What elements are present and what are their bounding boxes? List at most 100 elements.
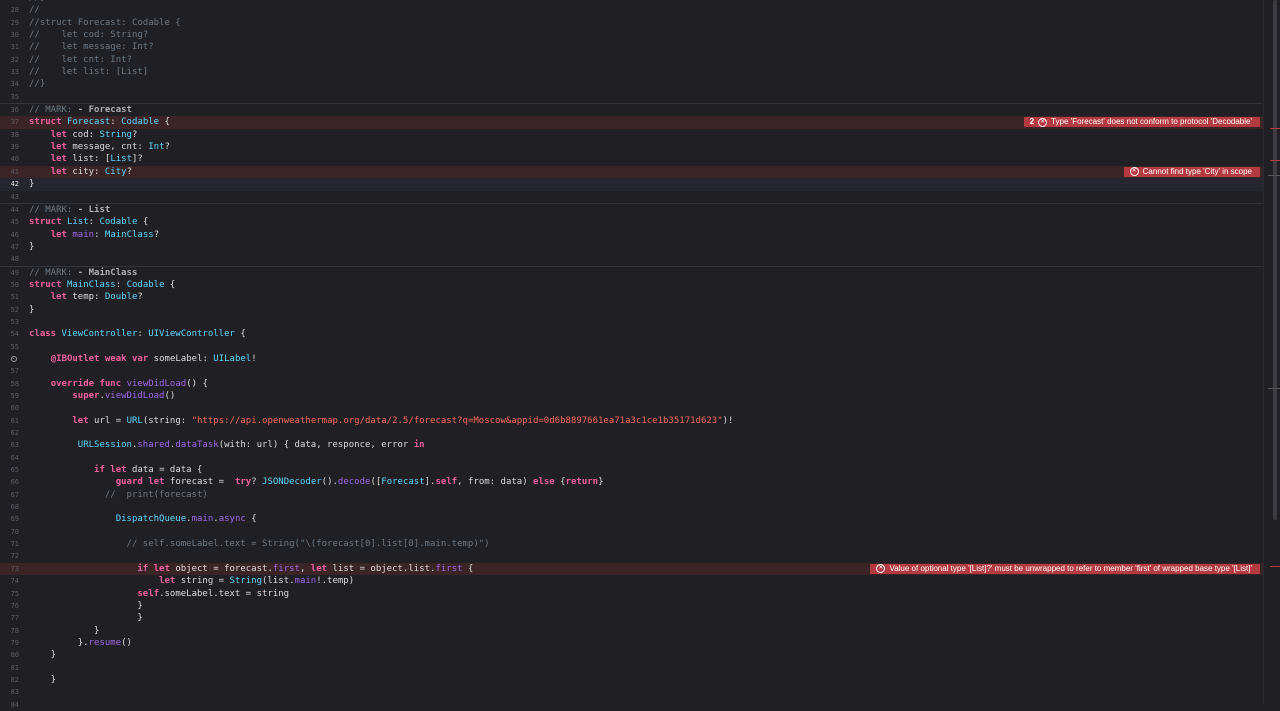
line-number[interactable]: 70: [0, 526, 19, 538]
line-number[interactable]: 40: [0, 153, 19, 165]
code-line[interactable]: 36 // MARK: - Forecast: [0, 103, 1264, 116]
line-number[interactable]: 52: [0, 304, 19, 316]
line-number[interactable]: 84: [0, 699, 19, 711]
line-number[interactable]: 33: [0, 66, 19, 78]
code-line[interactable]: 84: [0, 699, 1264, 711]
line-number[interactable]: 69: [0, 513, 19, 525]
code-line[interactable]: 48: [0, 253, 1264, 265]
code-text[interactable]: URLSession.shared.dataTask(with: url) { …: [29, 439, 425, 451]
code-text[interactable]: let string = String(list.main!.temp): [29, 575, 354, 587]
line-number[interactable]: 38: [0, 129, 19, 141]
code-line[interactable]: 54 class ViewController: UIViewController…: [0, 328, 1264, 340]
code-text[interactable]: }: [29, 625, 99, 637]
code-line[interactable]: 70: [0, 526, 1264, 538]
code-text[interactable]: // print(forecast): [29, 489, 208, 501]
code-line[interactable]: 31 // let message: Int?: [0, 41, 1264, 53]
code-line[interactable]: 76 }: [0, 600, 1264, 612]
code-line[interactable]: 62: [0, 427, 1264, 439]
code-text[interactable]: // MARK: - List: [29, 204, 110, 216]
line-number[interactable]: 71: [0, 538, 19, 550]
code-line[interactable]: 74 let string = String(list.main!.temp): [0, 575, 1264, 587]
code-line[interactable]: 45 struct List: Codable {: [0, 216, 1264, 228]
code-line[interactable]: 72: [0, 550, 1264, 562]
code-line[interactable]: 50 struct MainClass: Codable {: [0, 279, 1264, 291]
line-number[interactable]: 76: [0, 600, 19, 612]
code-line[interactable]: 34 //}: [0, 78, 1264, 90]
line-number[interactable]: 37: [0, 116, 19, 128]
code-text[interactable]: if let object = forecast.first, let list…: [29, 563, 473, 575]
line-number[interactable]: 48: [0, 253, 19, 265]
line-number[interactable]: 55: [0, 341, 19, 353]
line-number[interactable]: 32: [0, 54, 19, 66]
code-text[interactable]: class ViewController: UIViewController {: [29, 328, 246, 340]
code-text[interactable]: // let cod: String?: [29, 29, 148, 41]
code-text[interactable]: //struct Forecast: Codable {: [29, 17, 181, 29]
line-number[interactable]: 53: [0, 316, 19, 328]
code-text[interactable]: }: [29, 304, 34, 316]
line-number[interactable]: 44: [0, 204, 19, 216]
line-number[interactable]: 29: [0, 17, 19, 29]
line-number[interactable]: 49: [0, 267, 19, 279]
line-number[interactable]: 47: [0, 241, 19, 253]
code-text[interactable]: let temp: Double?: [29, 291, 143, 303]
code-text[interactable]: //}: [29, 78, 45, 90]
code-text[interactable]: }: [29, 600, 142, 612]
line-number[interactable]: 50: [0, 279, 19, 291]
code-text[interactable]: DispatchQueue.main.async {: [29, 513, 257, 525]
error-badge[interactable]: ✕ Value of optional type '[List]?' must b…: [870, 563, 1260, 574]
breakpoint-icon[interactable]: [11, 355, 17, 362]
code-line[interactable]: 42}: [0, 178, 1264, 191]
code-text[interactable]: }: [29, 674, 56, 686]
code-line[interactable]: 80 }: [0, 649, 1264, 661]
line-number[interactable]: 28: [0, 4, 19, 16]
line-number[interactable]: 41: [0, 166, 19, 178]
code-text[interactable]: @IBOutlet weak var someLabel: UILabel!: [29, 353, 257, 365]
code-line[interactable]: 83: [0, 686, 1264, 698]
code-line[interactable]: 49 // MARK: - MainClass: [0, 265, 1264, 279]
code-line[interactable]: 66 guard let forecast = try? JSONDecoder…: [0, 476, 1264, 488]
scroll-thumb[interactable]: [1273, 0, 1277, 520]
code-line[interactable]: 65 if let data = data {: [0, 464, 1264, 476]
code-text[interactable]: }: [29, 178, 34, 190]
code-editor[interactable]: 27//}28//29//struct Forecast: Codable {3…: [0, 0, 1264, 711]
code-line[interactable]: 58 override func viewDidLoad() {: [0, 378, 1264, 390]
code-line[interactable]: 57: [0, 365, 1264, 377]
line-number[interactable]: 39: [0, 141, 19, 153]
code-line[interactable]: 29 //struct Forecast: Codable {: [0, 17, 1264, 29]
code-line[interactable]: 40 let list: [List]?: [0, 153, 1264, 165]
line-number[interactable]: 34: [0, 78, 19, 90]
code-text[interactable]: let url = URL(string: "https://api.openw…: [29, 415, 733, 427]
line-number[interactable]: 54: [0, 328, 19, 340]
code-text[interactable]: }: [29, 612, 142, 624]
line-number[interactable]: 79: [0, 637, 19, 649]
code-line[interactable]: 44 // MARK: - List: [0, 202, 1264, 216]
code-line[interactable]: 73 if let object = forecast.first, let l…: [0, 562, 1264, 576]
line-number[interactable]: 64: [0, 452, 19, 464]
code-text[interactable]: let city: City?: [29, 166, 132, 178]
line-number[interactable]: 42: [0, 178, 19, 190]
code-line[interactable]: 47}: [0, 241, 1264, 253]
line-number[interactable]: 81: [0, 662, 19, 674]
code-line[interactable]: 51 let temp: Double?: [0, 291, 1264, 303]
line-number[interactable]: 78: [0, 625, 19, 637]
code-line[interactable]: 37 struct Forecast: Codable {2 ✕ Type 'Fore…: [0, 116, 1264, 129]
line-number[interactable]: 31: [0, 41, 19, 53]
code-line[interactable]: 53: [0, 316, 1264, 328]
code-line[interactable]: 60: [0, 402, 1264, 414]
code-line[interactable]: 43: [0, 191, 1264, 203]
line-number[interactable]: 83: [0, 686, 19, 698]
line-number[interactable]: 59: [0, 390, 19, 402]
code-line[interactable]: 41 let city: City? ✕ Cannot find type 'Cit…: [0, 165, 1264, 179]
code-line[interactable]: 39 let message, cnt: Int?: [0, 141, 1264, 153]
code-text[interactable]: if let data = data {: [29, 464, 202, 476]
code-line[interactable]: 52}: [0, 304, 1264, 316]
code-text[interactable]: // MARK: - MainClass: [29, 267, 137, 279]
line-number[interactable]: 36: [0, 104, 19, 116]
line-number[interactable]: 66: [0, 476, 19, 488]
code-text[interactable]: let main: MainClass?: [29, 229, 159, 241]
code-line[interactable]: 33 // let list: [List]: [0, 66, 1264, 78]
code-text[interactable]: override func viewDidLoad() {: [29, 378, 208, 390]
line-number[interactable]: 61: [0, 415, 19, 427]
code-line[interactable]: 69 DispatchQueue.main.async {: [0, 513, 1264, 525]
code-line[interactable]: @IBOutlet weak var someLabel: UILabel!: [0, 353, 1264, 365]
